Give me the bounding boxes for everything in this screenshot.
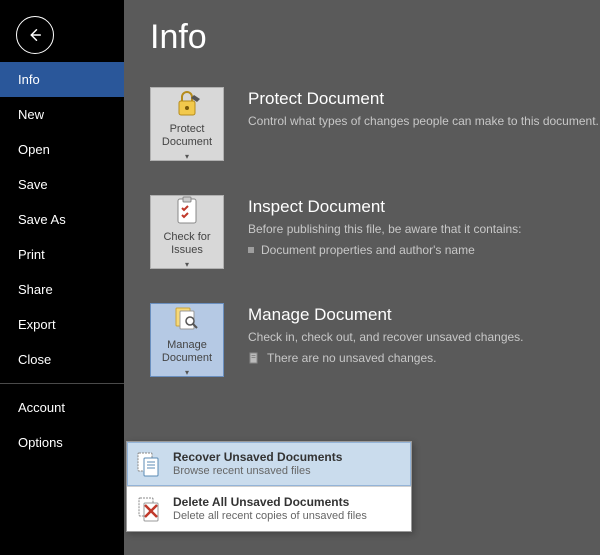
sidebar: Info New Open Save Save As Print Share E… (0, 0, 124, 555)
nav-open[interactable]: Open (0, 132, 124, 167)
document-icon (248, 352, 260, 364)
nav-save[interactable]: Save (0, 167, 124, 202)
menu-item-title: Recover Unsaved Documents (173, 450, 342, 464)
nav-info[interactable]: Info (0, 62, 124, 97)
menu-item-sub: Delete all recent copies of unsaved file… (173, 510, 367, 522)
chevron-down-icon: ▾ (185, 368, 189, 377)
section-inspect: Check for Issues ▾ Inspect Document Befo… (150, 195, 600, 269)
nav-separator (0, 383, 124, 384)
nav-label: New (18, 107, 44, 122)
inspect-bullet-1: Document properties and author's name (261, 242, 475, 259)
check-for-issues-button[interactable]: Check for Issues ▾ (150, 195, 224, 269)
section-manage: Manage Document ▾ Manage Document Check … (150, 303, 600, 377)
chevron-down-icon: ▾ (185, 152, 189, 161)
inspect-sub: Before publishing this file, be aware th… (248, 221, 600, 238)
chevron-down-icon: ▾ (185, 260, 189, 269)
backstage-view: Info New Open Save Save As Print Share E… (0, 0, 600, 555)
tile-label: Manage Document (153, 339, 221, 364)
nav-label: Options (18, 435, 63, 450)
nav-label: Share (18, 282, 53, 297)
manage-document-button[interactable]: Manage Document ▾ (150, 303, 224, 377)
main-panel: Info Protect Document ▾ Protec (124, 0, 600, 555)
manage-document-menu: Recover Unsaved Documents Browse recent … (126, 441, 412, 532)
menu-item-sub: Browse recent unsaved files (173, 465, 342, 477)
nav-label: Open (18, 142, 50, 157)
protect-heading: Protect Document (248, 89, 600, 109)
tile-label: Check for Issues (153, 231, 221, 256)
protect-sub: Control what types of changes people can… (248, 113, 600, 130)
manage-sub: Check in, check out, and recover unsaved… (248, 329, 600, 346)
nav-options[interactable]: Options (0, 425, 124, 460)
nav-label: Info (18, 72, 40, 87)
menu-item-title: Delete All Unsaved Documents (173, 495, 367, 509)
manage-heading: Manage Document (248, 305, 600, 325)
nav-label: Export (18, 317, 56, 332)
nav-share[interactable]: Share (0, 272, 124, 307)
nav-new[interactable]: New (0, 97, 124, 132)
back-button[interactable] (16, 16, 54, 54)
nav-label: Account (18, 400, 65, 415)
nav-label: Save As (18, 212, 66, 227)
section-protect: Protect Document ▾ Protect Document Cont… (150, 87, 600, 161)
nav-save-as[interactable]: Save As (0, 202, 124, 237)
recover-icon (135, 450, 163, 478)
delete-icon (135, 495, 163, 523)
tile-label: Protect Document (153, 123, 221, 148)
page-title: Info (150, 18, 600, 57)
square-bullet-icon (248, 247, 254, 253)
checklist-icon (171, 195, 203, 227)
nav-export[interactable]: Export (0, 307, 124, 342)
nav-label: Close (18, 352, 51, 367)
manage-line-1: There are no unsaved changes. (267, 350, 436, 367)
document-search-icon (171, 303, 203, 335)
menu-recover-unsaved[interactable]: Recover Unsaved Documents Browse recent … (127, 442, 411, 486)
protect-document-button[interactable]: Protect Document ▾ (150, 87, 224, 161)
lock-icon (171, 87, 203, 119)
nav-print[interactable]: Print (0, 237, 124, 272)
nav-label: Print (18, 247, 45, 262)
inspect-heading: Inspect Document (248, 197, 600, 217)
menu-delete-unsaved[interactable]: Delete All Unsaved Documents Delete all … (127, 487, 411, 531)
nav-close[interactable]: Close (0, 342, 124, 377)
back-arrow-icon (26, 26, 44, 44)
nav-account[interactable]: Account (0, 390, 124, 425)
nav-label: Save (18, 177, 48, 192)
